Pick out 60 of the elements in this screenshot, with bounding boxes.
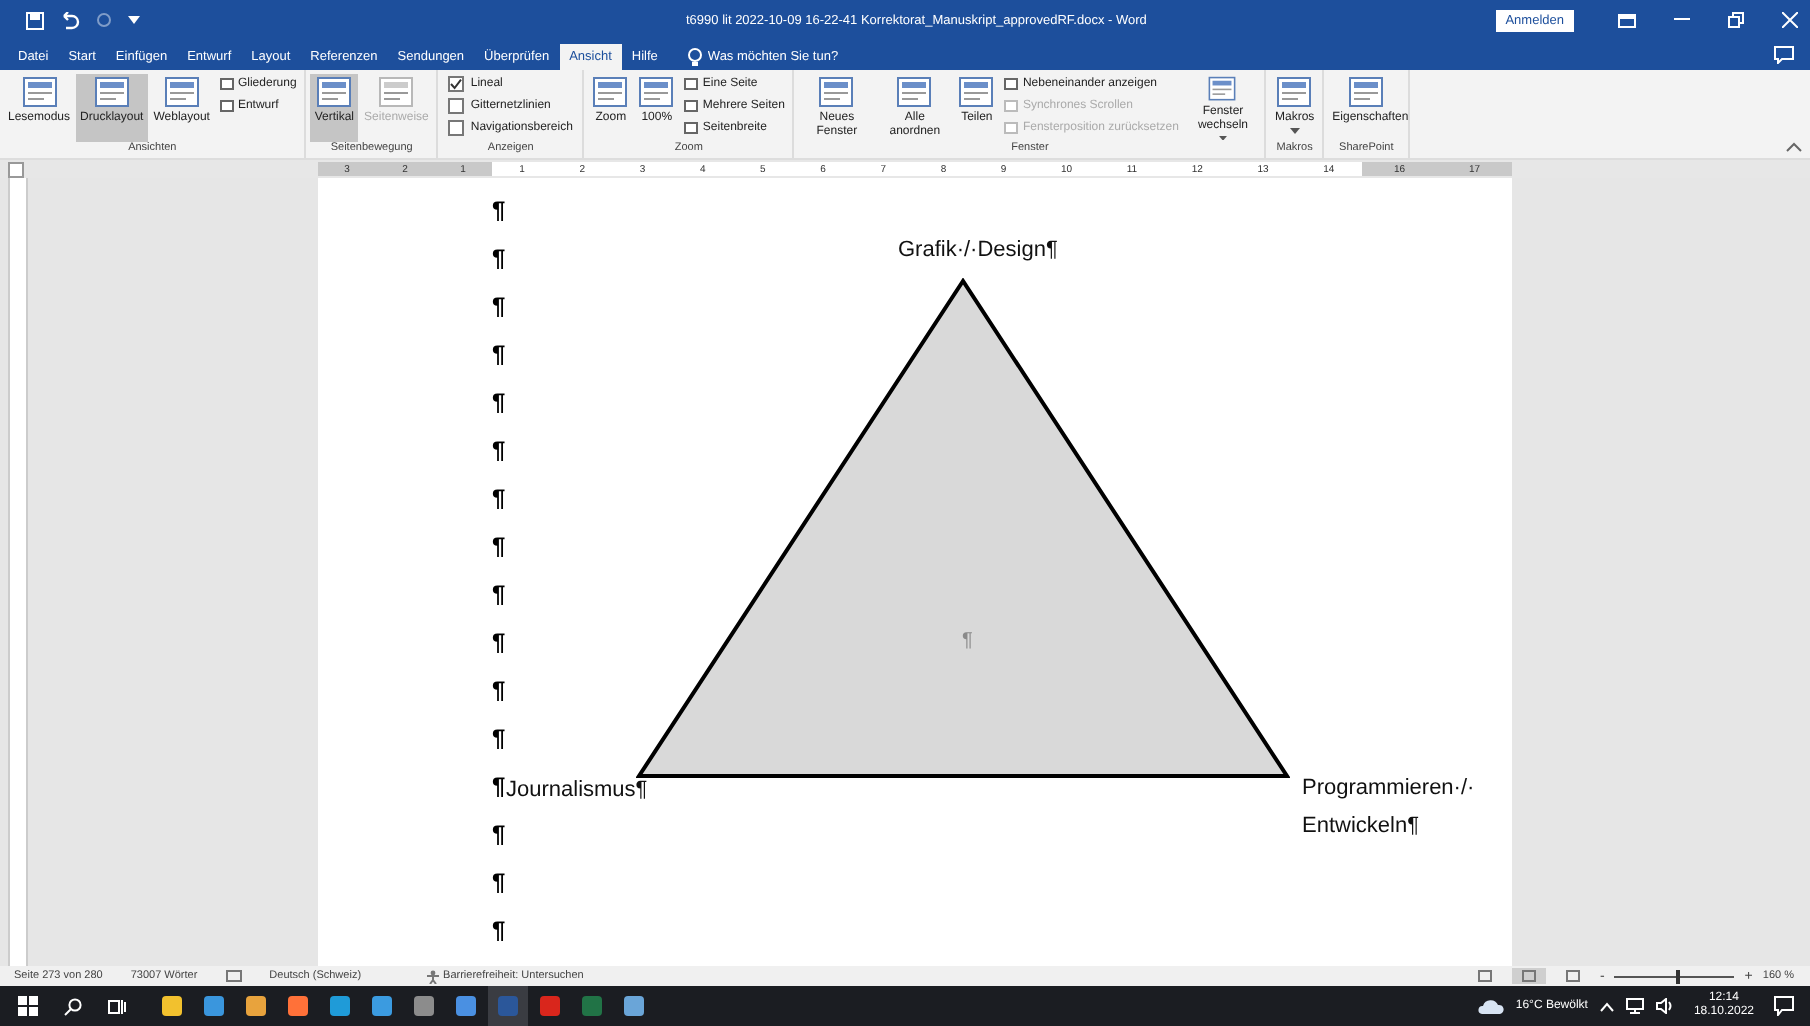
lightbulb-icon [687,48,702,66]
accessibility-icon[interactable] [425,969,440,983]
paragraph-mark: ¶ [492,866,506,900]
paragraph-mark: ¶ [492,194,506,228]
tab-selector-icon[interactable] [8,161,24,177]
paragraph-mark: ¶ [492,578,506,612]
ribbon-display-icon[interactable] [1618,13,1636,27]
close-icon[interactable] [1782,12,1798,28]
save-icon[interactable] [26,11,44,29]
paragraph-mark: ¶ [492,530,506,564]
customize-caret-icon[interactable] [128,16,140,24]
window-icon [163,76,200,108]
collapse-ribbon-icon[interactable] [1786,142,1802,152]
checkbox[interactable] [448,76,465,92]
window-icon [316,76,353,108]
paragraph-mark: ¶ [962,630,973,652]
paragraph-mark: ¶ [492,290,506,324]
network-icon[interactable] [1625,998,1644,1014]
window-icon [93,76,130,108]
paragraph-mark: ¶ [492,914,506,948]
window-icon [1204,76,1241,102]
paragraph-mark: ¶ [492,338,506,372]
paragraph-mark: ¶ [492,482,506,516]
diagram-label: Journalismus¶ [506,778,648,802]
redo-icon[interactable] [96,12,112,28]
window-icon [378,76,415,108]
diagram-label: Programmieren·/· Entwickeln¶ [1302,774,1475,842]
chevron-up-icon[interactable] [1599,1001,1614,1011]
paragraph-mark: ¶ [492,722,506,756]
window-icon [1348,76,1385,108]
checkbox[interactable] [448,120,465,136]
window-icon [896,76,933,108]
minimize-icon[interactable] [1674,18,1690,22]
window-icon [818,76,855,108]
diagram-label: Grafik·/·Design¶ [898,238,1058,262]
speaker-icon[interactable] [1655,998,1674,1014]
paragraph-mark: ¶ [492,818,506,852]
undo-icon[interactable] [60,11,80,29]
zoom-slider-thumb[interactable] [1676,969,1681,983]
paragraph-mark: ¶ [492,674,506,708]
cloud-icon[interactable] [1477,998,1504,1014]
window-icon [592,76,629,108]
search-icon[interactable] [64,997,82,1015]
paragraph-mark: ¶ [492,770,506,804]
window-icon [21,76,58,108]
view-mode-button[interactable] [1511,968,1546,984]
window-icon [958,76,995,108]
start-icon[interactable] [18,996,38,1016]
checkbox[interactable] [448,98,465,114]
notification-icon[interactable] [1774,996,1794,1016]
restore-icon[interactable] [1728,12,1744,28]
task-view-icon[interactable] [108,997,126,1015]
window-icon [1276,76,1313,108]
paragraph-mark: ¶ [492,434,506,468]
paragraph-mark: ¶ [492,242,506,276]
proofing-icon[interactable] [225,970,242,982]
paragraph-mark: ¶ [492,386,506,420]
window-icon [638,76,675,108]
comment-icon[interactable] [1774,46,1794,64]
paragraph-mark: ¶ [492,626,506,660]
